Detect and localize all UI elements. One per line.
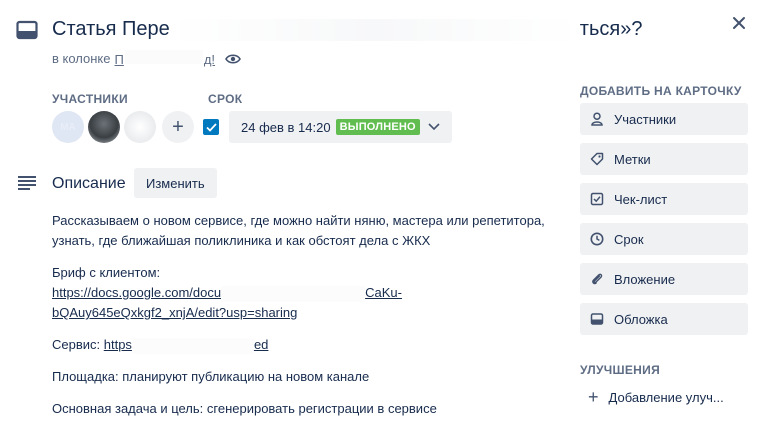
- edit-description-button[interactable]: Изменить: [134, 168, 217, 198]
- attachment-button-label: Вложение: [614, 271, 676, 287]
- brief-block: Бриф с клиентом: https://docs.google.com…: [52, 263, 552, 323]
- platform-line: Площадка: планируют публикацию на новом …: [52, 369, 370, 384]
- checklist-button[interactable]: Чек-лист: [580, 183, 748, 215]
- redacted-region: [131, 337, 254, 354]
- card-title[interactable]: Статья Пере ться»?: [52, 18, 642, 41]
- service-line: Сервис: https ed: [52, 335, 552, 355]
- description-icon: [18, 176, 36, 190]
- due-date-text: 24 фев в 14:20: [241, 119, 331, 135]
- service-label: Сервис:: [52, 337, 104, 352]
- cover-button[interactable]: Обложка: [580, 303, 748, 335]
- add-member-button[interactable]: +: [162, 111, 194, 143]
- column-link[interactable]: Пд!: [114, 50, 216, 67]
- members-label: УЧАСТНИКИ: [52, 92, 128, 106]
- tag-icon: [590, 152, 604, 166]
- attachment-button[interactable]: Вложение: [580, 263, 748, 295]
- brief-link[interactable]: https://docs.google.com/docu CaKu-: [52, 285, 402, 302]
- labels-button[interactable]: Метки: [580, 143, 748, 175]
- due-complete-checkbox[interactable]: [203, 119, 219, 135]
- description-title: Описание: [52, 175, 126, 192]
- avatar[interactable]: MA: [52, 111, 84, 143]
- due-label: СРОК: [208, 92, 243, 106]
- goal-line: Основная задача и цель: сгенерировать ре…: [52, 401, 437, 416]
- card-title-end: ться»?: [579, 18, 643, 40]
- brief-link-end: CaKu-: [365, 285, 402, 300]
- description-body[interactable]: Рассказываем о новом сервисе, где можно …: [52, 211, 552, 426]
- due-date-sidebar-button[interactable]: Срок: [580, 223, 748, 255]
- column-prefix: в колонке: [52, 51, 111, 66]
- avatar[interactable]: [88, 111, 120, 143]
- service-link[interactable]: https ed: [103, 337, 269, 354]
- column-link-end: д!: [203, 52, 216, 67]
- cover-icon: [590, 313, 604, 325]
- column-link-start: П: [114, 52, 124, 67]
- due-date-button[interactable]: 24 фев в 14:20 ВЫПОЛНЕНО: [229, 111, 452, 143]
- brief-link-line2[interactable]: bQAuy645eQxkgf2_xnjA/edit?usp=sharing: [52, 305, 297, 320]
- members-button-label: Участники: [614, 111, 677, 127]
- checklist-button-label: Чек-лист: [614, 191, 668, 207]
- person-icon: [591, 112, 603, 126]
- clock-icon: [590, 232, 604, 246]
- cover-button-label: Обложка: [614, 311, 668, 327]
- description-paragraph: Рассказываем о новом сервисе, где можно …: [52, 213, 545, 248]
- service-link-start: https: [103, 337, 132, 352]
- add-to-card-label: ДОБАВИТЬ НА КАРТОЧКУ: [580, 84, 742, 98]
- members-button[interactable]: Участники: [580, 103, 748, 135]
- paperclip-icon: [592, 273, 603, 285]
- upgrades-label: УЛУЧШЕНИЯ: [580, 363, 661, 377]
- card-icon: [16, 20, 38, 40]
- plus-icon: +: [588, 387, 599, 407]
- add-upgrade-button[interactable]: + Добавление улуч...: [580, 388, 724, 406]
- brief-label: Бриф с клиентом:: [52, 265, 161, 280]
- close-icon[interactable]: [728, 12, 750, 34]
- status-badge: ВЫПОЛНЕНО: [335, 119, 420, 135]
- avatar[interactable]: [124, 111, 156, 143]
- redacted-region: [221, 285, 366, 302]
- column-info: в колонке Пд!: [52, 50, 241, 67]
- plus-icon: +: [172, 115, 184, 138]
- eye-icon[interactable]: [225, 53, 241, 65]
- chevron-down-icon: [428, 123, 440, 131]
- check-icon: [205, 122, 217, 132]
- redacted-region: [169, 18, 580, 41]
- checklist-icon: [590, 192, 604, 206]
- members-list: MA +: [52, 111, 194, 143]
- service-link-end: ed: [253, 337, 269, 352]
- due-date: 24 фев в 14:20 ВЫПОЛНЕНО: [203, 111, 452, 143]
- due-date-sidebar-label: Срок: [614, 231, 644, 247]
- labels-button-label: Метки: [614, 151, 651, 167]
- brief-link-start: https://docs.google.com/docu: [52, 285, 222, 300]
- redacted-region: [124, 50, 203, 64]
- add-upgrade-label: Добавление улуч...: [608, 389, 724, 405]
- card-title-start: Статья Пере: [52, 18, 170, 40]
